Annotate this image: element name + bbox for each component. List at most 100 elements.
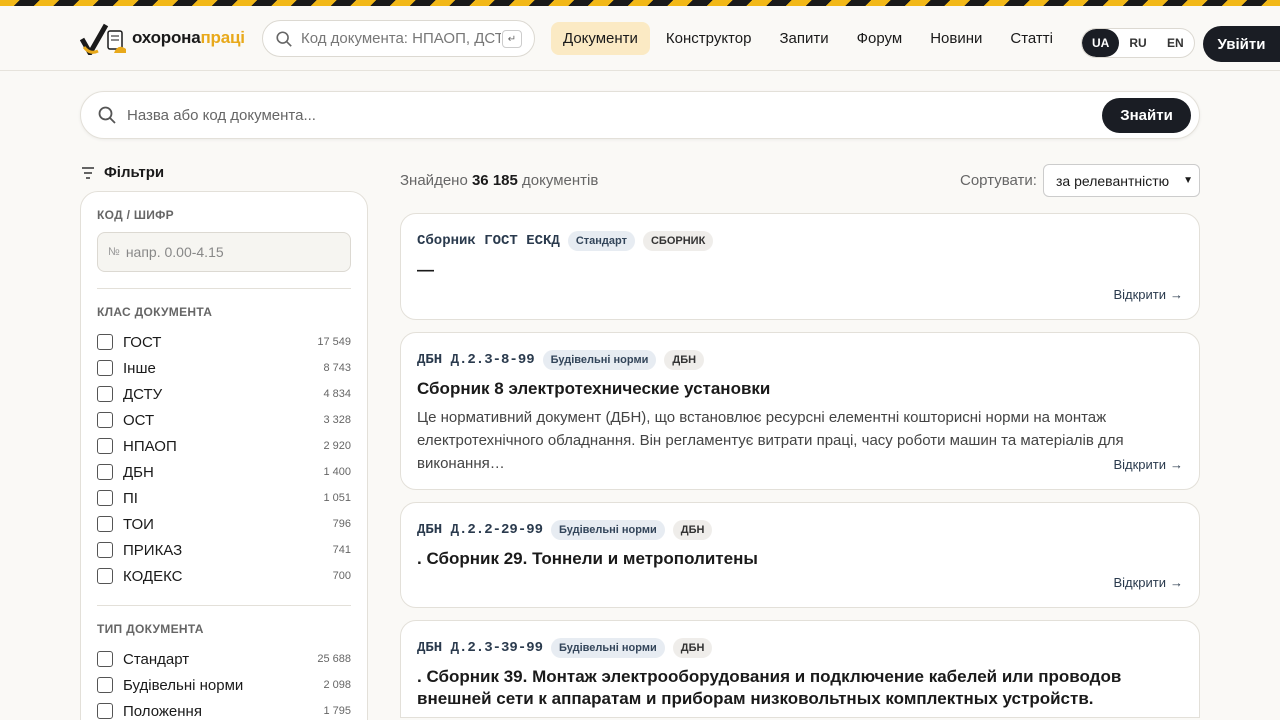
open-link[interactable]: Відкрити → [1113, 457, 1183, 472]
checkbox[interactable] [97, 334, 113, 350]
header-search-input[interactable] [301, 30, 501, 47]
filter-row[interactable]: Положення 1 795 [97, 698, 351, 720]
filter-count: 2 098 [323, 679, 351, 691]
filter-label: ОСТ [123, 411, 155, 429]
checkbox[interactable] [97, 386, 113, 402]
filter-row[interactable]: Стандарт 25 688 [97, 646, 351, 672]
document-title[interactable]: . Сборник 29. Тоннели и метрополитены [417, 548, 1183, 570]
nav-requests[interactable]: Запити [767, 22, 840, 55]
nav-constructor[interactable]: Конструктор [654, 22, 764, 55]
document-type-tag: Будівельні норми [542, 350, 657, 370]
filter-count: 3 328 [323, 414, 351, 426]
filter-count: 8 743 [323, 362, 351, 374]
filters-sidebar: КОД / ШИФР № КЛАС ДОКУМЕНТА ГОСТ 17 549 І… [80, 191, 368, 720]
divider [97, 288, 351, 289]
filter-count: 17 549 [317, 336, 351, 348]
document-class-tag: ДБН [672, 520, 713, 540]
filter-row[interactable]: ОСТ 3 328 [97, 407, 351, 433]
filter-row[interactable]: ПІ 1 051 [97, 485, 351, 511]
filter-row[interactable]: ТОИ 796 [97, 511, 351, 537]
filter-row[interactable]: Інше 8 743 [97, 355, 351, 381]
document-class-tag: ДБН [664, 350, 705, 370]
document-code: ДБН Д.2.3-39-99 [417, 640, 544, 656]
result-card[interactable]: ДБН Д.2.3-39-99 Будівельні норми ДБН . С… [400, 620, 1200, 718]
search-icon [98, 106, 116, 124]
filter-count: 4 834 [323, 388, 351, 400]
filter-icon [82, 166, 94, 179]
checkbox[interactable] [97, 568, 113, 584]
main-search-input[interactable] [127, 106, 1027, 124]
filter-count: 2 920 [323, 440, 351, 452]
lang-en[interactable]: EN [1157, 29, 1194, 57]
checkbox[interactable] [97, 677, 113, 693]
code-field[interactable]: № [97, 232, 351, 272]
document-title[interactable]: . Сборник 39. Монтаж электрооборудования… [417, 666, 1183, 710]
checkbox[interactable] [97, 490, 113, 506]
filter-row[interactable]: ДСТУ 4 834 [97, 381, 351, 407]
result-card[interactable]: Сборник ГОСТ ЕСКД Стандарт СБОРНИК — Від… [400, 213, 1200, 320]
document-type-tag: Будівельні норми [551, 520, 665, 540]
open-link[interactable]: Відкрити → [1113, 575, 1183, 590]
filter-label: Положення [123, 702, 202, 720]
nav-news[interactable]: Новини [918, 22, 994, 55]
filter-row[interactable]: ДБН 1 400 [97, 459, 351, 485]
code-section-label: КОД / ШИФР [97, 208, 174, 222]
filter-count: 25 688 [317, 653, 351, 665]
lang-ru[interactable]: RU [1119, 29, 1156, 57]
result-card[interactable]: ДБН Д.2.2-29-99 Будівельні норми ДБН . С… [400, 502, 1200, 608]
arrow-right-icon: → [1170, 575, 1183, 590]
filter-row[interactable]: ГОСТ 17 549 [97, 329, 351, 355]
checkbox[interactable] [97, 438, 113, 454]
checkbox[interactable] [97, 651, 113, 667]
filter-row[interactable]: КОДЕКС 700 [97, 563, 351, 589]
filter-label: ТОИ [123, 515, 154, 533]
filters-heading[interactable]: Фільтри [80, 164, 164, 181]
sort-select[interactable]: за релевантністю ▼ [1043, 164, 1200, 197]
nav-articles[interactable]: Статті [998, 22, 1065, 55]
checkbox[interactable] [97, 360, 113, 376]
nav-documents[interactable]: Документи [551, 21, 650, 55]
checkbox[interactable] [97, 464, 113, 480]
open-link[interactable]: Відкрити → [1113, 287, 1183, 302]
header-search[interactable]: ↵ [262, 20, 535, 57]
main-search-bar: Знайти [80, 91, 1200, 139]
filter-label: ДБН [123, 463, 154, 481]
code-input[interactable] [125, 244, 326, 260]
document-code: ДБН Д.2.3-8-99 [417, 352, 535, 368]
login-button[interactable]: Увійти [1203, 26, 1280, 62]
language-switcher: UA RU EN [1081, 28, 1195, 58]
document-class-tag: СБОРНИК [642, 231, 714, 251]
divider [97, 605, 351, 606]
filter-row[interactable]: НПАОП 2 920 [97, 433, 351, 459]
site-logo[interactable]: охоронапраці [80, 20, 245, 56]
checkbox[interactable] [97, 412, 113, 428]
filter-label: ПРИКАЗ [123, 541, 183, 559]
result-card[interactable]: ДБН Д.2.3-8-99 Будівельні норми ДБН Сбор… [400, 332, 1200, 490]
document-title[interactable]: — [417, 259, 1183, 281]
document-code: ДБН Д.2.2-29-99 [417, 522, 544, 538]
filter-row[interactable]: Будівельні норми 2 098 [97, 672, 351, 698]
chevron-down-icon: ▼ [1183, 175, 1193, 186]
nav-forum[interactable]: Форум [845, 22, 915, 55]
filter-count: 700 [332, 570, 351, 582]
filter-count: 796 [332, 518, 351, 530]
filter-count: 741 [332, 544, 351, 556]
filter-count: 1 051 [323, 492, 351, 504]
document-title[interactable]: Сборник 8 электротехнические установки [417, 378, 1183, 400]
sort-label: Сортувати: [960, 172, 1037, 189]
document-code: Сборник ГОСТ ЕСКД [417, 233, 560, 249]
filter-row[interactable]: ПРИКАЗ 741 [97, 537, 351, 563]
document-type-tag: Стандарт [567, 231, 635, 251]
lang-ua[interactable]: UA [1082, 29, 1120, 57]
checkbox[interactable] [97, 703, 113, 719]
checkbox[interactable] [97, 516, 113, 532]
results-count: Знайдено 36 185 документів [400, 172, 599, 189]
class-section-label: КЛАС ДОКУМЕНТА [97, 305, 213, 319]
filter-label: ДСТУ [123, 385, 163, 403]
number-sign: № [108, 246, 120, 258]
document-class-tag: ДБН [672, 638, 713, 658]
find-button[interactable]: Знайти [1102, 98, 1191, 133]
checkbox[interactable] [97, 542, 113, 558]
arrow-right-icon: → [1170, 287, 1183, 302]
filter-label: НПАОП [123, 437, 177, 455]
